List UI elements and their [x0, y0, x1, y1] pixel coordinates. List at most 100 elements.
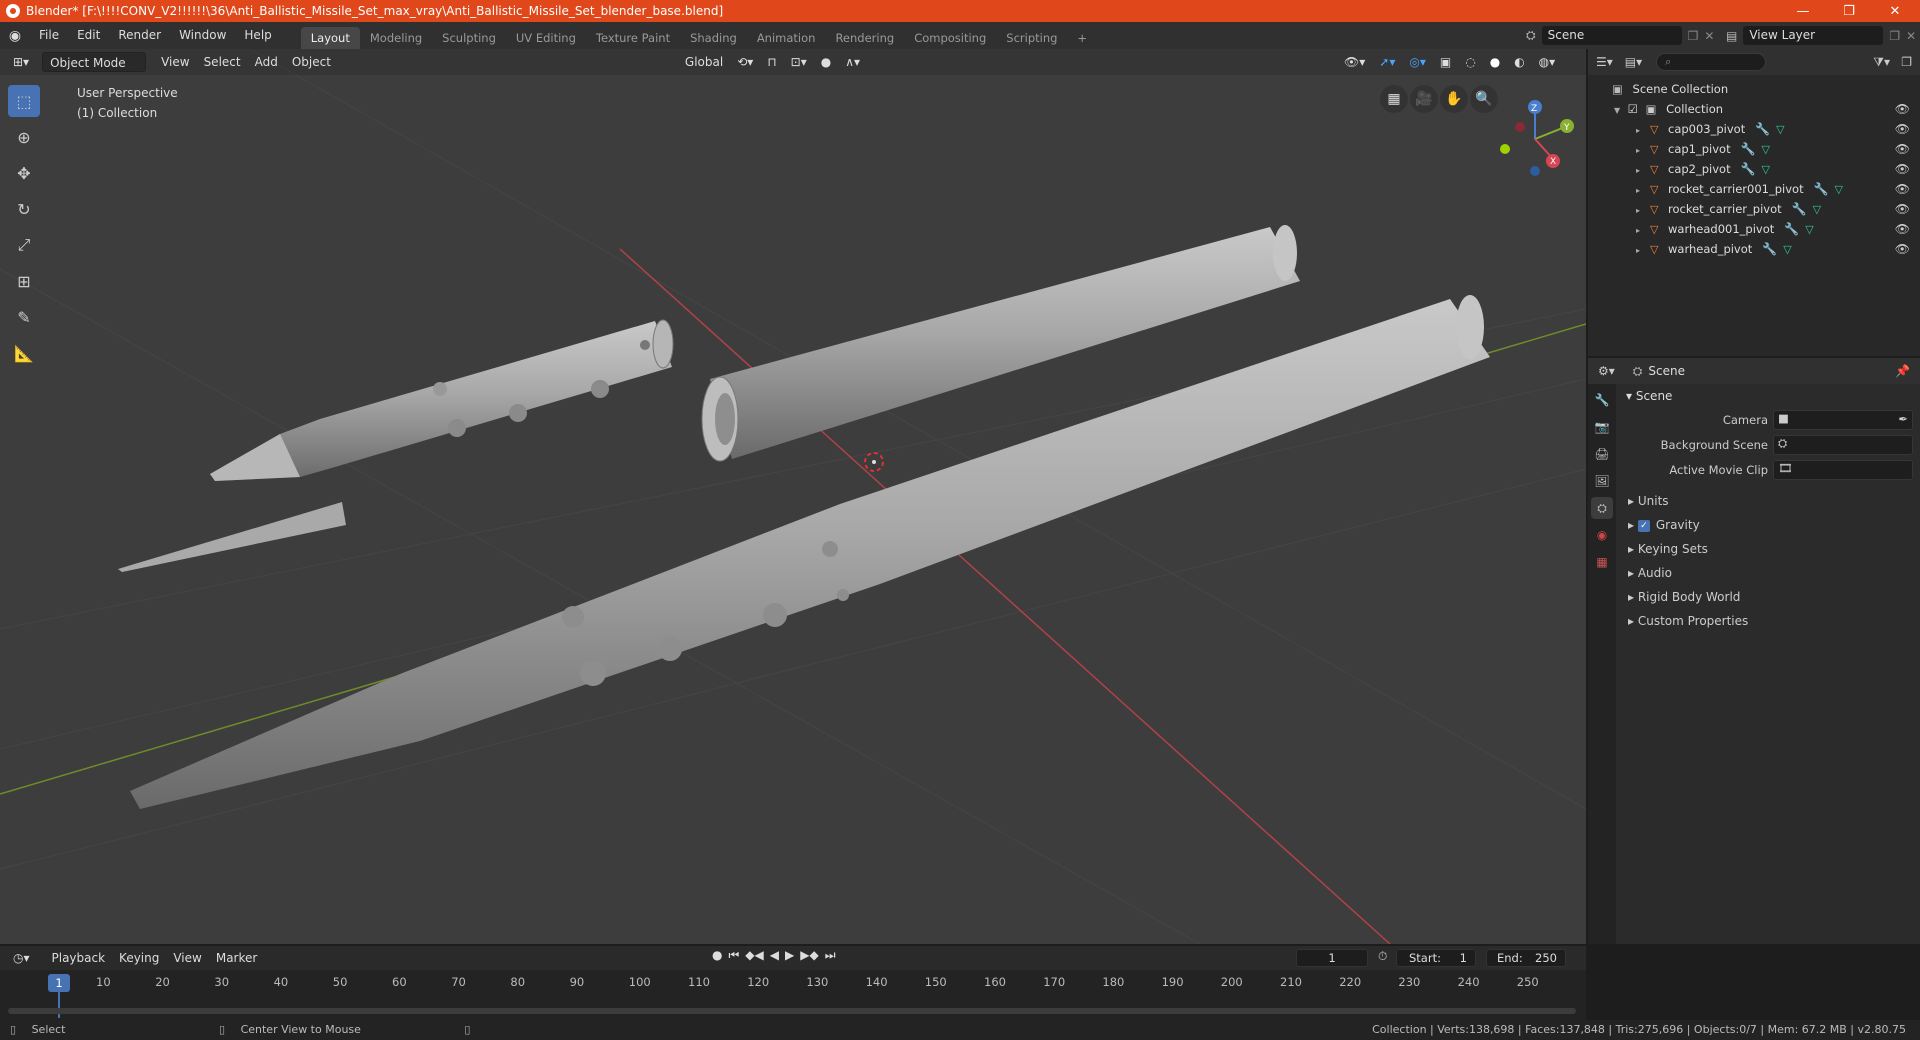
- add-workspace-button[interactable]: +: [1067, 27, 1097, 49]
- record-icon[interactable]: ●: [712, 948, 722, 963]
- restore-button[interactable]: ❐: [1826, 0, 1872, 22]
- menu-keying[interactable]: Keying: [112, 948, 166, 968]
- navigation-gizmo[interactable]: Z Y X: [1490, 89, 1580, 179]
- outliner-object-row[interactable]: ▸ ▽ cap1_pivot 🔧 ▽ 👁: [1588, 139, 1920, 159]
- modifier-icon[interactable]: 🔧: [1792, 202, 1807, 216]
- menu-object[interactable]: Object: [285, 52, 338, 72]
- jump-keyframe-forward-icon[interactable]: ▶◆: [800, 948, 818, 963]
- proportional-edit-icon[interactable]: ●: [814, 52, 838, 72]
- modifier-icon[interactable]: 🔧: [1741, 162, 1756, 176]
- 3d-cursor-icon[interactable]: [864, 452, 884, 472]
- timeline-editor-icon[interactable]: ◷▾: [6, 948, 37, 968]
- play-reverse-icon[interactable]: ◀: [770, 948, 779, 963]
- expand-icon[interactable]: ▸: [1636, 201, 1646, 221]
- tool-tab-icon[interactable]: 🔧: [1591, 389, 1613, 411]
- expand-icon[interactable]: ▸: [1636, 141, 1646, 161]
- camera-view-icon[interactable]: 🎥: [1410, 85, 1438, 113]
- jump-start-icon[interactable]: ⏮: [728, 948, 739, 963]
- render-tab-icon[interactable]: 📷: [1591, 416, 1613, 438]
- audio-panel[interactable]: ▸ Audio: [1620, 561, 1920, 585]
- tab-scripting[interactable]: Scripting: [996, 27, 1067, 49]
- rotate-tool-icon[interactable]: ↻: [8, 193, 40, 225]
- toggle-ortho-icon[interactable]: ▦: [1380, 85, 1408, 113]
- visibility-eye-icon[interactable]: 👁: [1895, 139, 1910, 159]
- blender-menu-icon[interactable]: ◉: [0, 28, 30, 44]
- tab-compositing[interactable]: Compositing: [904, 27, 996, 49]
- visibility-eye-icon[interactable]: 👁: [1895, 199, 1910, 219]
- transform-tool-icon[interactable]: ⊞: [8, 265, 40, 297]
- mesh-data-icon[interactable]: ▽: [1835, 183, 1843, 196]
- rigid-body-world-panel[interactable]: ▸ Rigid Body World: [1620, 585, 1920, 609]
- units-panel[interactable]: ▸ Units: [1620, 489, 1920, 513]
- expand-icon[interactable]: ▸: [1636, 241, 1646, 261]
- shading-wireframe-icon[interactable]: ◌: [1458, 52, 1482, 72]
- collection-row[interactable]: ▼ ☑ ▣ Collection 👁: [1588, 99, 1920, 119]
- expand-icon[interactable]: ▸: [1636, 121, 1646, 141]
- minimize-button[interactable]: —: [1780, 0, 1826, 22]
- viewport-scene[interactable]: [0, 49, 1586, 944]
- menu-marker[interactable]: Marker: [209, 948, 264, 968]
- view-layer-selector[interactable]: View Layer: [1743, 26, 1884, 45]
- tab-modeling[interactable]: Modeling: [360, 27, 432, 49]
- mesh-data-icon[interactable]: ▽: [1813, 203, 1821, 216]
- view-layer-tab-icon[interactable]: 🖼: [1591, 470, 1613, 492]
- timeline-ruler[interactable]: 1 10 20 30 40 50 60 70 80 90 100 110 120 130 140 150 160…: [0, 972, 1586, 1018]
- modifier-icon[interactable]: 🔧: [1755, 122, 1770, 136]
- scene-tab-icon[interactable]: ⛭: [1591, 497, 1613, 519]
- custom-properties-panel[interactable]: ▸ Custom Properties: [1620, 609, 1920, 633]
- mesh-data-icon[interactable]: ▽: [1783, 243, 1791, 256]
- annotate-tool-icon[interactable]: ✎: [8, 301, 40, 333]
- close-button[interactable]: ✕: [1872, 0, 1918, 22]
- scene-remove-icon[interactable]: ✕: [1704, 29, 1714, 43]
- editor-type-icon[interactable]: ⊞▾: [6, 52, 36, 72]
- tab-sculpting[interactable]: Sculpting: [432, 27, 506, 49]
- gizmo-toggle-icon[interactable]: ➚▾: [1372, 52, 1402, 72]
- move-tool-icon[interactable]: ✥: [8, 157, 40, 189]
- gravity-checkbox[interactable]: ✓: [1637, 519, 1650, 532]
- visibility-eye-icon[interactable]: 👁: [1895, 99, 1910, 119]
- world-tab-icon[interactable]: ◉: [1591, 524, 1613, 546]
- gravity-panel[interactable]: ▸ ✓ Gravity: [1620, 513, 1920, 537]
- outliner-editor-icon[interactable]: ☰▾: [1596, 55, 1613, 69]
- background-scene-field[interactable]: ⛭: [1773, 435, 1913, 455]
- visibility-eye-icon[interactable]: 👁: [1895, 119, 1910, 139]
- shading-rendered-icon[interactable]: ◍▾: [1532, 52, 1563, 72]
- modifier-icon[interactable]: 🔧: [1784, 222, 1799, 236]
- collection-checkbox[interactable]: ☑: [1628, 102, 1638, 116]
- tab-animation[interactable]: Animation: [747, 27, 826, 49]
- tab-uv-editing[interactable]: UV Editing: [506, 27, 586, 49]
- tab-layout[interactable]: Layout: [300, 27, 360, 49]
- jump-keyframe-back-icon[interactable]: ◆◀: [745, 948, 763, 963]
- play-icon[interactable]: ▶: [785, 948, 794, 963]
- menu-help[interactable]: Help: [235, 22, 280, 49]
- scene-selector[interactable]: Scene: [1541, 26, 1682, 45]
- playhead[interactable]: 1: [48, 974, 70, 992]
- active-movie-clip-field[interactable]: 🎞: [1773, 460, 1913, 480]
- outliner-search-input[interactable]: ⌕: [1656, 53, 1767, 71]
- menu-add[interactable]: Add: [248, 52, 285, 72]
- keying-sets-panel[interactable]: ▸ Keying Sets: [1620, 537, 1920, 561]
- menu-edit[interactable]: Edit: [68, 22, 109, 49]
- visibility-eye-icon[interactable]: 👁: [1895, 239, 1910, 259]
- collection-expand-icon[interactable]: ▼: [1614, 101, 1624, 121]
- visibility-eye-icon[interactable]: 👁: [1895, 159, 1910, 179]
- shading-solid-icon[interactable]: ●: [1483, 52, 1507, 72]
- scene-collection-row[interactable]: ▣ Scene Collection: [1588, 79, 1920, 99]
- cursor-tool-icon[interactable]: ⊕: [8, 121, 40, 153]
- mesh-data-icon[interactable]: ▽: [1762, 143, 1770, 156]
- menu-file[interactable]: File: [30, 22, 68, 49]
- pivot-point-icon[interactable]: ⟲▾: [730, 52, 760, 72]
- mesh-data-icon[interactable]: ▽: [1762, 163, 1770, 176]
- menu-window[interactable]: Window: [170, 22, 235, 49]
- scene-icon[interactable]: ⛭: [1526, 28, 1536, 43]
- eyedropper-icon[interactable]: ✒: [1898, 412, 1908, 426]
- outliner-object-row[interactable]: ▸ ▽ cap2_pivot 🔧 ▽ 👁: [1588, 159, 1920, 179]
- outliner-object-row[interactable]: ▸ ▽ rocket_carrier_pivot 🔧 ▽ 👁: [1588, 199, 1920, 219]
- snap-icon[interactable]: ⊓: [760, 52, 783, 72]
- measure-tool-icon[interactable]: 📐: [8, 337, 40, 369]
- visibility-icon[interactable]: 👁▾: [1337, 52, 1372, 72]
- output-tab-icon[interactable]: 🖨: [1591, 443, 1613, 465]
- outliner-object-row[interactable]: ▸ ▽ rocket_carrier001_pivot 🔧 ▽ 👁: [1588, 179, 1920, 199]
- end-frame-field[interactable]: End: 250: [1486, 949, 1566, 967]
- view-layer-remove-icon[interactable]: ✕: [1906, 29, 1916, 43]
